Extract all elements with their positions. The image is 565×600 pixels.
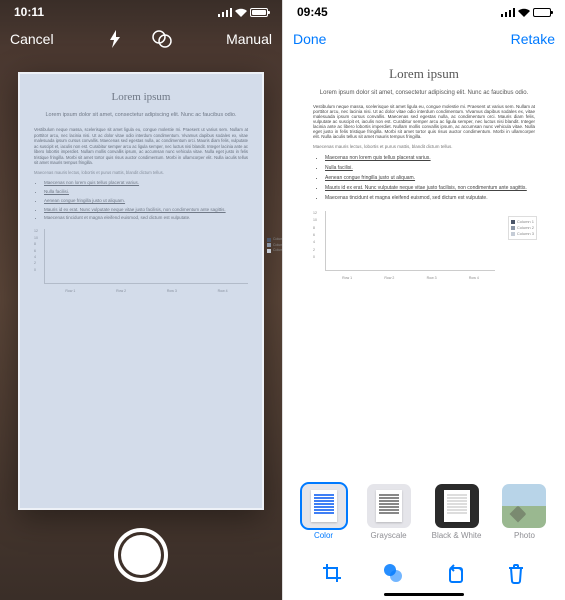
filter-color-button[interactable]: Color	[302, 484, 346, 540]
status-bar: 09:45	[283, 0, 565, 24]
doc-bullet: Aenean congue fringilla justo ut aliquam…	[44, 198, 248, 204]
done-button[interactable]: Done	[293, 31, 326, 47]
camera-viewfinder: Lorem ipsum Lorem ipsum dolor sit amet, …	[18, 72, 264, 510]
cellular-icon	[501, 8, 515, 17]
doc-bullet: Maecenas non lorem quis tellus placerat …	[44, 180, 248, 186]
wifi-icon	[518, 8, 530, 17]
doc-bullet: Maecenas tincidunt et magna eleifend eui…	[325, 195, 535, 201]
filter-button[interactable]	[380, 560, 406, 586]
doc-title: Lorem ipsum	[313, 66, 535, 82]
scan-toolbar: Cancel Manual	[0, 24, 282, 54]
status-icons	[501, 8, 551, 17]
doc-bullet: Mauris id ex erat. Nunc vulputate neque …	[325, 185, 535, 191]
doc-bullet: Mauris id ex erat. Nunc vulputate neque …	[44, 207, 248, 213]
status-time: 10:11	[14, 5, 44, 19]
cancel-button[interactable]: Cancel	[10, 31, 54, 47]
scan-edit-screen: 09:45 Done Retake Lorem ipsum Lorem ipsu…	[282, 0, 565, 600]
filter-grayscale-button[interactable]: Grayscale	[367, 484, 411, 540]
battery-icon	[250, 8, 268, 17]
doc-p1: Vestibulum neque massa, scelerisque sit …	[313, 104, 535, 139]
doc-p1: Vestibulum neque massa, scelerisque sit …	[34, 127, 248, 165]
status-time: 09:45	[297, 5, 328, 19]
filter-label: Black & White	[432, 531, 482, 540]
doc-title: Lorem ipsum	[34, 90, 248, 104]
doc-bullet: Maecenas non lorem quis tellus placerat …	[325, 155, 535, 161]
rotate-button[interactable]	[442, 560, 468, 586]
filter-label: Color	[314, 531, 333, 540]
filter-photo-button[interactable]: Photo	[502, 484, 546, 540]
filters-icon[interactable]	[152, 30, 172, 48]
flash-icon[interactable]	[108, 30, 122, 48]
detected-document: Lorem ipsum Lorem ipsum dolor sit amet, …	[18, 72, 264, 510]
filter-options: Color Grayscale Black & White Photo	[283, 484, 565, 540]
doc-bullet: Nulla facilisi.	[325, 165, 535, 171]
chart-y-axis: 121086420	[313, 211, 317, 259]
chart-legend: Column 1Column 2Column 3	[508, 216, 537, 240]
chart-legend: Column 1Column 2Column 3	[267, 237, 282, 254]
filter-label: Grayscale	[371, 531, 407, 540]
shutter-button[interactable]	[114, 528, 168, 582]
edit-toolbar: Done Retake	[283, 24, 565, 54]
doc-p2: Maecenas mauris lectus, lobortis et puru…	[313, 144, 535, 149]
doc-chart: 121086420 Column 1Column 2Column 3	[34, 229, 248, 284]
chart-bars	[44, 229, 248, 284]
filter-label: Photo	[514, 531, 535, 540]
doc-lead: Lorem ipsum dolor sit amet, consectetur …	[313, 90, 535, 96]
scan-camera-screen: 10:11 Cancel Manual Lorem ipsum Lorem ip…	[0, 0, 282, 600]
delete-button[interactable]	[503, 560, 529, 586]
wifi-icon	[235, 8, 247, 17]
doc-p2: Maecenas mauris lectus, lobortis et puru…	[34, 170, 248, 175]
home-indicator[interactable]	[384, 593, 464, 596]
chart-bars	[325, 211, 495, 271]
battery-icon	[533, 8, 551, 17]
edit-actions	[283, 560, 565, 586]
doc-bullet: Nulla facilisi.	[44, 189, 248, 195]
chart-y-axis: 121086420	[34, 229, 38, 272]
doc-bullet: Maecenas tincidunt et magna eleifend eui…	[44, 215, 248, 221]
manual-button[interactable]: Manual	[226, 31, 272, 47]
crop-button[interactable]	[319, 560, 345, 586]
scanned-document-preview[interactable]: Lorem ipsum Lorem ipsum dolor sit amet, …	[299, 54, 549, 485]
filter-blackwhite-button[interactable]: Black & White	[432, 484, 482, 540]
status-icons	[218, 8, 268, 17]
doc-bullet: Aenean congue fringilla justo ut aliquam…	[325, 175, 535, 181]
cellular-icon	[218, 8, 232, 17]
doc-lead: Lorem ipsum dolor sit amet, consectetur …	[34, 112, 248, 119]
retake-button[interactable]: Retake	[511, 31, 555, 47]
doc-chart: 121086420 Column 1Column 2Column 3	[313, 211, 535, 271]
status-bar: 10:11	[0, 0, 282, 24]
